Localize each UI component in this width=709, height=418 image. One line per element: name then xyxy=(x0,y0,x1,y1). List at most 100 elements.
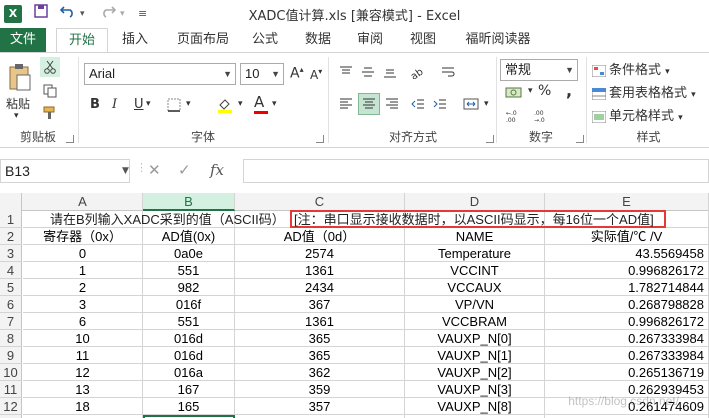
align-right-icon[interactable] xyxy=(382,95,402,113)
align-center-icon[interactable] xyxy=(358,93,380,115)
align-bottom-icon[interactable] xyxy=(380,63,400,81)
copy-icon[interactable] xyxy=(40,81,60,101)
increase-font-icon[interactable]: A▴ xyxy=(290,65,304,82)
name-box[interactable]: B13 xyxy=(0,159,130,183)
table-cell[interactable]: VCCAUX xyxy=(405,279,545,296)
decrease-font-icon[interactable]: A▾ xyxy=(310,67,322,82)
align-left-icon[interactable] xyxy=(336,95,356,113)
table-cell[interactable]: Temperature xyxy=(405,245,545,262)
row-header-1[interactable]: 1 xyxy=(0,211,22,228)
table-cell[interactable]: 12 xyxy=(23,364,143,381)
tab-insert[interactable]: 插入 xyxy=(112,28,158,52)
name-box-dropdown-icon[interactable]: ▼ xyxy=(122,166,129,176)
merge-dropdown-icon[interactable]: ▾ xyxy=(484,99,489,109)
increase-indent-icon[interactable] xyxy=(430,95,450,113)
table-cell[interactable]: 2 xyxy=(23,279,143,296)
row-header-2[interactable]: 2 xyxy=(0,228,22,245)
header-cell[interactable]: AD值（0d） xyxy=(235,228,405,245)
table-cell[interactable]: 18 xyxy=(23,398,143,415)
alignment-launcher-icon[interactable] xyxy=(486,135,494,143)
formula-input[interactable] xyxy=(243,159,709,183)
paste-button[interactable]: 粘贴 xyxy=(6,95,30,112)
tab-file[interactable]: 文件 xyxy=(0,28,46,52)
table-cell[interactable]: VAUXP_N[0] xyxy=(405,330,545,347)
table-cell[interactable]: 016a xyxy=(143,364,235,381)
column-header-a[interactable]: A xyxy=(23,193,143,211)
table-cell[interactable]: 0.265136719 xyxy=(545,364,709,381)
wrap-text-icon[interactable] xyxy=(438,63,458,81)
table-cell[interactable]: 1361 xyxy=(235,262,405,279)
table-cell[interactable]: 43.5569458 xyxy=(545,245,709,262)
font-launcher-icon[interactable] xyxy=(316,135,324,143)
table-cell[interactable]: 367 xyxy=(235,296,405,313)
table-cell[interactable]: 016d xyxy=(143,347,235,364)
table-cell[interactable]: 359 xyxy=(235,381,405,398)
table-cell[interactable]: 0.996826172 xyxy=(545,262,709,279)
row-header-8[interactable]: 8 xyxy=(0,330,22,347)
tab-view[interactable]: 视图 xyxy=(403,28,443,52)
table-cell[interactable]: 362 xyxy=(235,364,405,381)
table-cell[interactable]: 0.267333984 xyxy=(545,330,709,347)
select-all-corner[interactable] xyxy=(0,193,22,211)
format-painter-icon[interactable] xyxy=(40,103,60,123)
table-cell[interactable]: VAUXP_N[1] xyxy=(405,347,545,364)
font-size-dropdown[interactable]: 10 ▼ xyxy=(240,63,284,85)
bold-button[interactable]: B xyxy=(90,97,100,112)
cell-styles-button[interactable]: 单元格样式 ▾ xyxy=(591,105,683,124)
italic-button[interactable]: I xyxy=(112,97,117,112)
table-cell[interactable]: 2434 xyxy=(235,279,405,296)
table-cell[interactable]: 0.267333984 xyxy=(545,347,709,364)
row-header-9[interactable]: 9 xyxy=(0,347,22,364)
conditional-format-button[interactable]: 条件格式 ▾ xyxy=(591,59,670,78)
table-cell[interactable]: VP/VN xyxy=(405,296,545,313)
row-header-4[interactable]: 4 xyxy=(0,262,22,279)
table-cell[interactable]: 551 xyxy=(143,262,235,279)
paste-icon[interactable] xyxy=(6,61,34,95)
column-header-c[interactable]: C xyxy=(235,193,405,211)
cancel-icon[interactable]: ✕ xyxy=(148,161,161,179)
table-cell[interactable]: 0.996826172 xyxy=(545,313,709,330)
table-cell[interactable]: 016f xyxy=(143,296,235,313)
enter-icon[interactable]: ✓ xyxy=(178,161,191,179)
column-header-e[interactable]: E xyxy=(545,193,709,211)
table-cell[interactable]: 0.268798828 xyxy=(545,296,709,313)
table-cell[interactable]: VAUXP_N[2] xyxy=(405,364,545,381)
insert-function-icon[interactable]: fx xyxy=(210,161,224,179)
number-launcher-icon[interactable] xyxy=(576,135,584,143)
fill-color-icon[interactable] xyxy=(214,95,236,115)
tab-data[interactable]: 数据 xyxy=(298,28,338,52)
borders-icon[interactable] xyxy=(164,95,184,115)
table-cell[interactable]: 10 xyxy=(23,330,143,347)
table-cell[interactable]: 6 xyxy=(23,313,143,330)
header-cell[interactable]: 寄存器（0x） xyxy=(23,228,143,245)
row-header-12[interactable]: 12 xyxy=(0,398,22,415)
column-header-b[interactable]: B xyxy=(143,193,235,211)
table-cell[interactable]: 357 xyxy=(235,398,405,415)
underline-button[interactable]: U xyxy=(134,97,144,112)
comma-button[interactable]: , xyxy=(566,81,572,100)
increase-decimal-icon[interactable]: ←.0.00 xyxy=(504,107,528,125)
paste-dropdown-icon[interactable]: ▾ xyxy=(14,111,19,121)
tab-review[interactable]: 审阅 xyxy=(350,28,390,52)
font-color-button[interactable]: A xyxy=(254,93,268,114)
column-header-d[interactable]: D xyxy=(405,193,545,211)
row1-note-right[interactable]: [注：串口显示接收数据时，以ASCII码显示，每16位一个AD值] xyxy=(294,211,654,228)
tab-home[interactable]: 开始 xyxy=(56,28,108,52)
clipboard-launcher-icon[interactable] xyxy=(66,135,74,143)
currency-icon[interactable] xyxy=(502,83,526,101)
cut-icon[interactable] xyxy=(40,57,60,77)
decrease-indent-icon[interactable] xyxy=(408,95,428,113)
align-middle-icon[interactable] xyxy=(358,63,378,81)
table-cell[interactable]: 982 xyxy=(143,279,235,296)
currency-dropdown-icon[interactable]: ▾ xyxy=(528,86,533,96)
header-cell[interactable]: NAME xyxy=(405,228,545,245)
tab-formulas[interactable]: 公式 xyxy=(245,28,285,52)
merge-center-icon[interactable] xyxy=(460,95,482,113)
table-cell[interactable]: 1 xyxy=(23,262,143,279)
table-cell[interactable]: 165 xyxy=(143,398,235,415)
table-cell[interactable]: 365 xyxy=(235,330,405,347)
row-header-11[interactable]: 11 xyxy=(0,381,22,398)
table-cell[interactable]: 3 xyxy=(23,296,143,313)
row-header-3[interactable]: 3 xyxy=(0,245,22,262)
tab-page-layout[interactable]: 页面布局 xyxy=(166,28,240,52)
